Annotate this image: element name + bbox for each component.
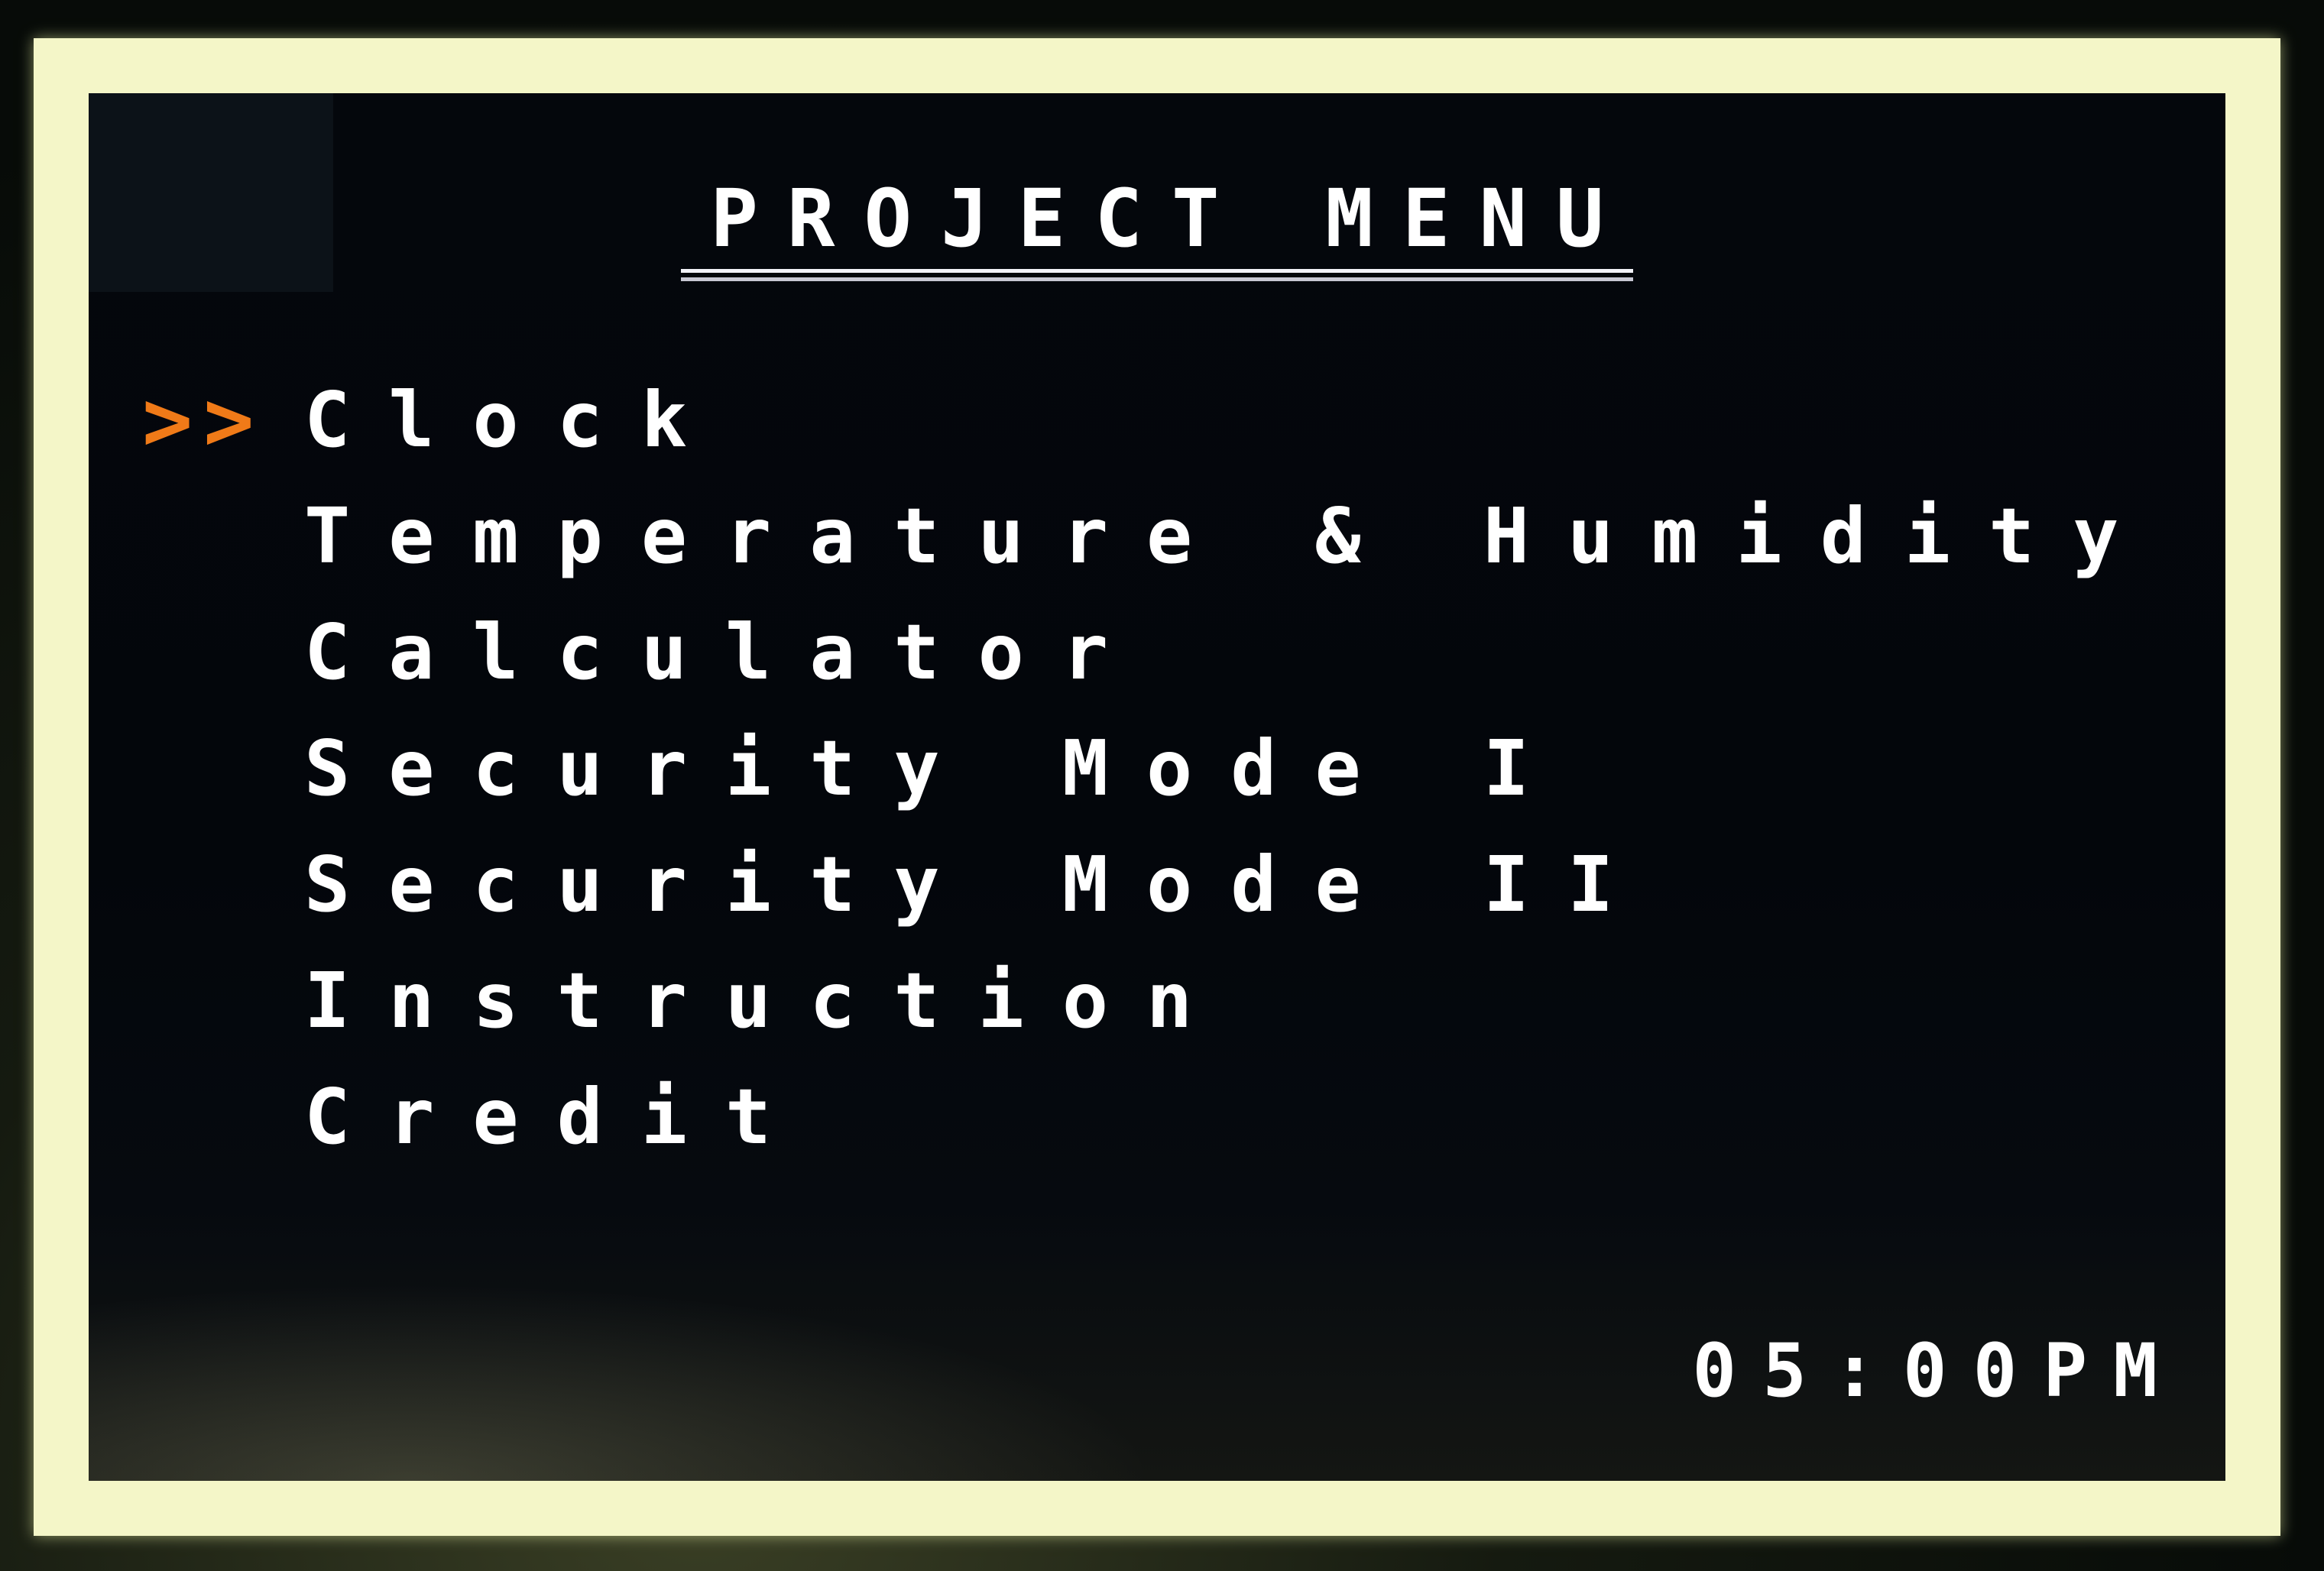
clock-time-display: 05:00PM (1692, 1328, 2183, 1414)
menu-item-security-mode-1[interactable]: Security Mode I (304, 715, 1567, 822)
page-title-container: PROJECT MENU (89, 179, 2225, 273)
menu-item-security-mode-2[interactable]: Security Mode II (304, 831, 1651, 938)
page-title: PROJECT MENU (681, 179, 1633, 273)
menu-item-calculator[interactable]: Calculator (304, 599, 1146, 706)
menu-item-credit[interactable]: Credit (304, 1064, 809, 1171)
screen-frame: PROJECT MENU >> Clock Temperature & Humi… (34, 38, 2280, 1536)
menu-item-temperature-humidity[interactable]: Temperature & Humidity (304, 483, 2157, 590)
selection-cursor-icon: >> (142, 371, 265, 469)
menu-item-instruction[interactable]: Instruction (304, 947, 1230, 1054)
display-screen: PROJECT MENU >> Clock Temperature & Humi… (89, 93, 2225, 1481)
glass-reflection (89, 1282, 1159, 1481)
menu-item-clock[interactable]: Clock (304, 367, 725, 474)
